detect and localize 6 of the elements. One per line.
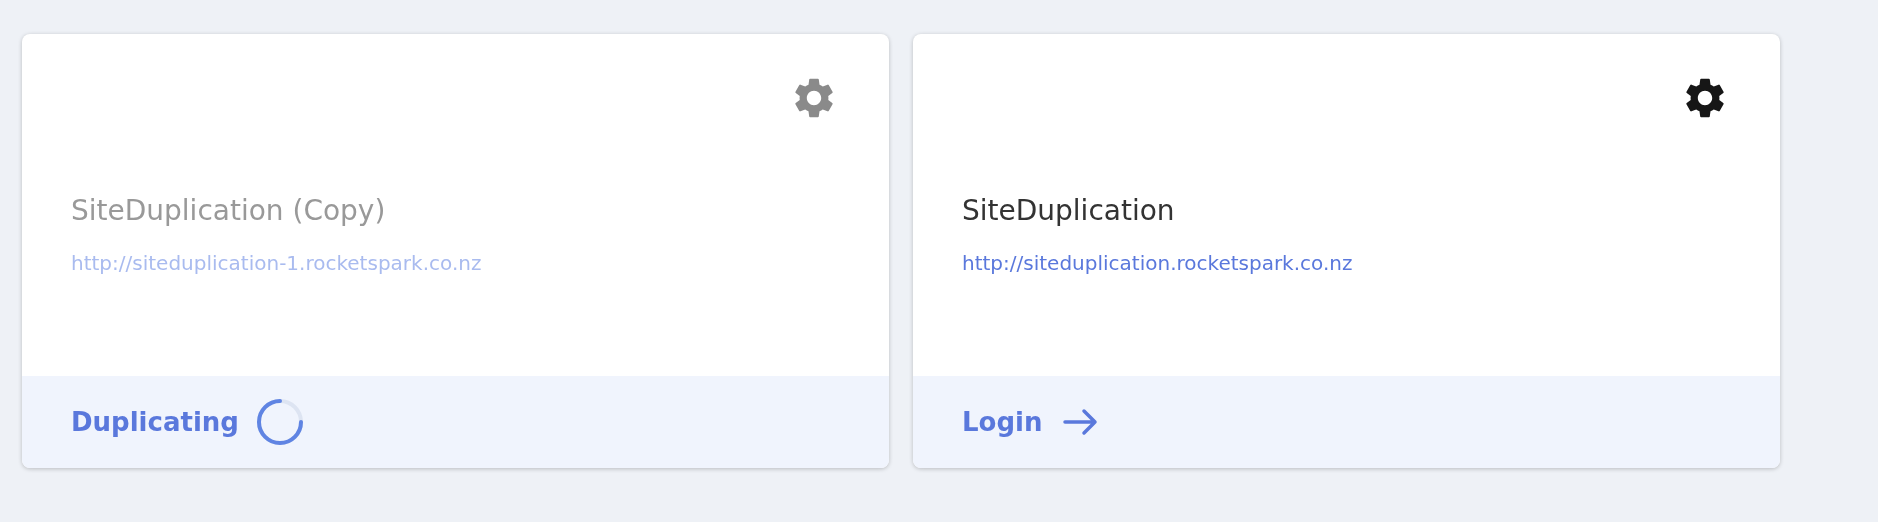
status-label: Duplicating: [71, 407, 239, 437]
site-name: SiteDuplication: [962, 194, 1176, 227]
site-name: SiteDuplication (Copy): [71, 194, 387, 227]
spinner-icon: [254, 397, 305, 447]
login-link[interactable]: Login: [962, 407, 1101, 437]
site-url-link[interactable]: http://siteduplication.rocketspark.co.nz: [962, 251, 1731, 275]
